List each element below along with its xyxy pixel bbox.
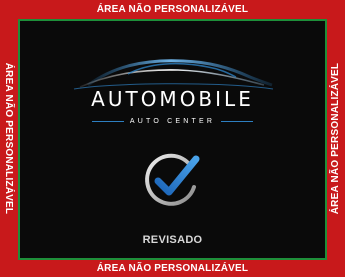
tagline-left-rule: [91, 121, 124, 122]
non-customizable-area-left-label: ÁREA NÃO PERSONALIZÁVEL: [3, 62, 15, 215]
badge-label: REVISADO: [142, 234, 203, 246]
print-area-frame: ÁREA NÃO PERSONALIZÁVEL ÁREA NÃO PERSONA…: [0, 0, 345, 277]
tagline-row: AUTO CENTER: [18, 118, 327, 125]
tagline-right-rule: [221, 121, 254, 122]
automobile-logo: AUTOMOBILE AUTO CENTER REVISADO: [18, 19, 327, 260]
non-customizable-area-left: ÁREA NÃO PERSONALIZÁVEL: [0, 0, 18, 277]
checkmark-circle-icon: [145, 153, 200, 206]
non-customizable-area-top-label: ÁREA NÃO PERSONALIZÁVEL: [96, 4, 249, 15]
non-customizable-area-bottom-label: ÁREA NÃO PERSONALIZÁVEL: [96, 263, 249, 274]
tagline: AUTO CENTER: [129, 118, 216, 125]
non-customizable-area-right-label: ÁREA NÃO PERSONALIZÁVEL: [330, 62, 342, 215]
brand-name: AUTOMOBILE: [91, 87, 254, 111]
non-customizable-area-right: ÁREA NÃO PERSONALIZÁVEL: [327, 0, 345, 277]
